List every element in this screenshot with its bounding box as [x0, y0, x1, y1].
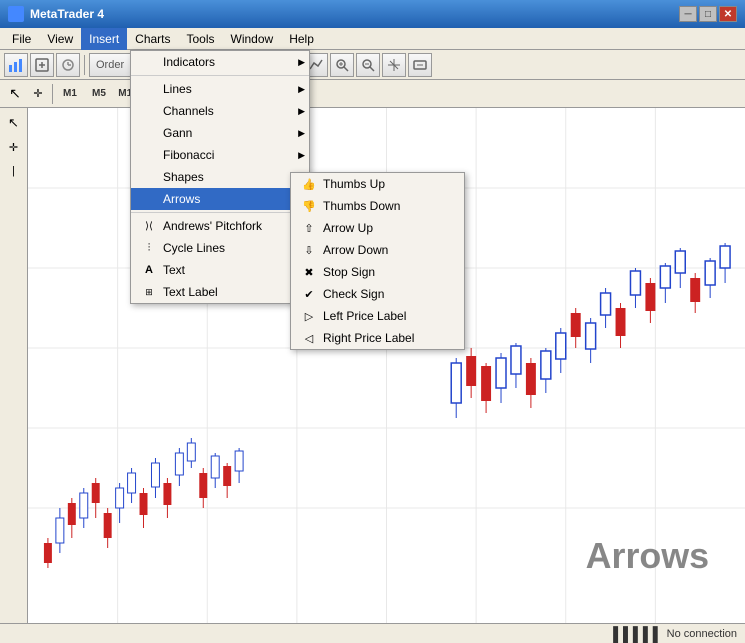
maximize-button[interactable]: □ — [699, 6, 717, 22]
zoom-out-btn[interactable] — [356, 53, 380, 77]
status-bar: ▌▌▌▌▌ No connection — [0, 623, 745, 643]
submenu-leftprice[interactable]: ▷ Left Price Label — [291, 305, 464, 327]
svg-text:Arrows: Arrows — [586, 535, 709, 576]
submenu-arrowdown[interactable]: ⇩ Arrow Down — [291, 239, 464, 261]
submenu-thumbsup[interactable]: 👍 Thumbs Up — [291, 173, 464, 195]
menu-channels[interactable]: Channels — [131, 100, 309, 122]
menu-textlabel[interactable]: ⊞ Text Label — [131, 281, 309, 303]
cursor-tool[interactable]: ↖ — [4, 83, 26, 105]
submenu-rightprice[interactable]: ◁ Right Price Label — [291, 327, 464, 349]
tf-m1[interactable]: M1 — [56, 83, 84, 105]
arrowdown-icon: ⇩ — [299, 244, 319, 257]
thumbsdown-icon: 👎 — [299, 200, 319, 213]
menu-pitchfork[interactable]: ⟩⟨ Andrews' Pitchfork — [131, 215, 309, 237]
rightprice-icon: ◁ — [299, 332, 319, 345]
new-chart-btn[interactable] — [4, 53, 28, 77]
toolbar-btn3[interactable] — [56, 53, 80, 77]
menu-bar: File View Insert Charts Tools Window Hel… — [0, 28, 745, 50]
title-text: MetaTrader 4 — [30, 7, 104, 21]
arrowup-icon: ⇧ — [299, 222, 319, 235]
menu-sep2 — [131, 212, 309, 213]
toolbar-main: Order $ Expert Advisors — [0, 50, 745, 80]
crosshair-left-btn[interactable]: ✛ — [3, 136, 25, 158]
pitchfork-icon: ⟩⟨ — [139, 221, 159, 232]
title-bar-left: MetaTrader 4 — [8, 6, 104, 22]
title-bar-controls: ─ □ ✕ — [679, 6, 737, 22]
submenu-thumbsdown[interactable]: 👎 Thumbs Down — [291, 195, 464, 217]
menu-text[interactable]: A Text — [131, 259, 309, 281]
title-bar: MetaTrader 4 ─ □ ✕ — [0, 0, 745, 28]
app-icon — [8, 6, 24, 22]
thumbsup-icon: 👍 — [299, 178, 319, 191]
vertical-line-btn[interactable]: | — [3, 160, 25, 182]
toolbar-timeframes: ↖ ✛ M1 M5 M15 M30 H1 H4 D1 W1 MN — [0, 80, 745, 108]
submenu-stopsign[interactable]: ✖ Stop Sign — [291, 261, 464, 283]
menu-insert[interactable]: Insert — [81, 28, 127, 50]
menu-view[interactable]: View — [39, 28, 81, 50]
insert-menu-dropdown: Indicators Lines Channels Gann Fibonacci… — [130, 50, 310, 304]
menu-fibonacci[interactable]: Fibonacci — [131, 144, 309, 166]
menu-file[interactable]: File — [4, 28, 39, 50]
menu-shapes[interactable]: Shapes — [131, 166, 309, 188]
submenu-arrowup[interactable]: ⇧ Arrow Up — [291, 217, 464, 239]
text-menu-icon: A — [139, 264, 159, 276]
tf-sep — [52, 84, 53, 104]
submenu-checksign[interactable]: ✔ Check Sign — [291, 283, 464, 305]
connection-status: No connection — [667, 628, 737, 640]
menu-indicators[interactable]: Indicators — [131, 51, 309, 73]
textlabel-icon: ⊞ — [139, 287, 159, 298]
menu-window[interactable]: Window — [223, 28, 282, 50]
checksign-icon: ✔ — [299, 288, 319, 301]
zoom-in-btn[interactable] — [330, 53, 354, 77]
minimize-button[interactable]: ─ — [679, 6, 697, 22]
close-button[interactable]: ✕ — [719, 6, 737, 22]
menu-charts[interactable]: Charts — [127, 28, 178, 50]
status-indicator: ▌▌▌▌▌ No connection — [613, 626, 737, 642]
arrows-submenu: 👍 Thumbs Up 👎 Thumbs Down ⇧ Arrow Up ⇩ A… — [290, 172, 465, 350]
menu-arrows[interactable]: Arrows — [131, 188, 309, 210]
left-toolbar: ↖ ✛ | — [0, 108, 28, 623]
menu-sep1 — [131, 75, 309, 76]
menu-tools[interactable]: Tools — [179, 28, 223, 50]
toolbar-btn4[interactable]: Order — [89, 53, 131, 77]
toolbar-btn8[interactable] — [382, 53, 406, 77]
menu-gann[interactable]: Gann — [131, 122, 309, 144]
toolbar-btn9[interactable] — [408, 53, 432, 77]
toolbar-btn2[interactable] — [30, 53, 54, 77]
stopsign-icon: ✖ — [299, 266, 319, 279]
crosshair-tool[interactable]: ✛ — [27, 83, 49, 105]
tf-m5[interactable]: M5 — [85, 83, 113, 105]
menu-lines[interactable]: Lines — [131, 78, 309, 100]
menu-cyclelines[interactable]: ⫶ Cycle Lines — [131, 237, 309, 259]
menu-help[interactable]: Help — [281, 28, 322, 50]
toolbar-sep1 — [84, 55, 85, 75]
cursor-left-btn[interactable]: ↖ — [3, 112, 25, 134]
status-bars-icon: ▌▌▌▌▌ — [613, 626, 663, 642]
cyclelines-icon: ⫶ — [139, 242, 159, 255]
leftprice-icon: ▷ — [299, 310, 319, 323]
